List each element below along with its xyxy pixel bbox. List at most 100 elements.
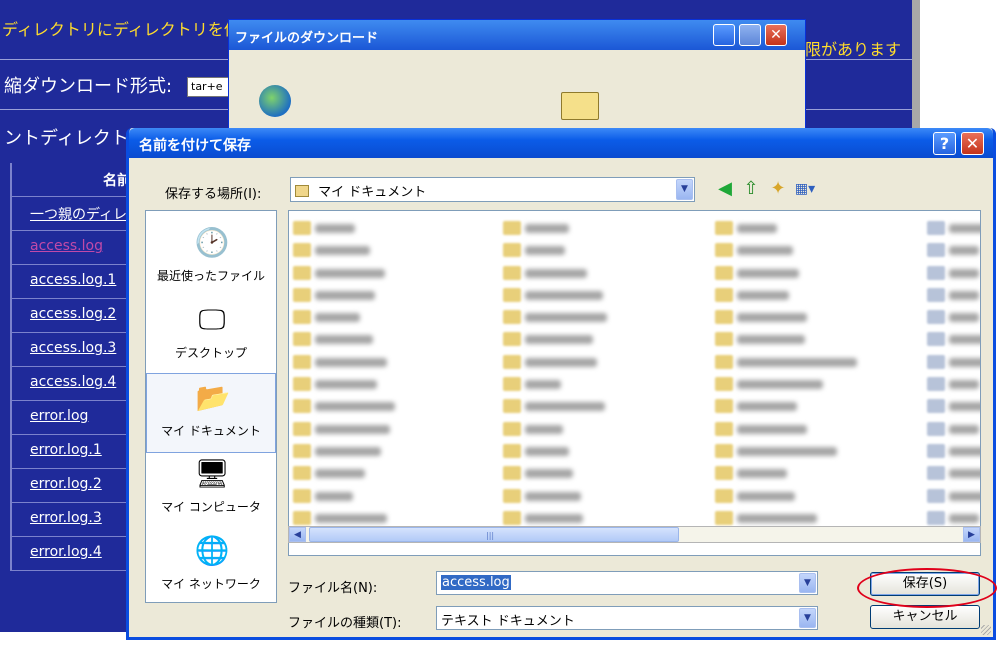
file-link[interactable]: access.log.4 <box>30 374 116 390</box>
list-item[interactable] <box>501 351 711 373</box>
chevron-down-icon[interactable]: ▼ <box>799 608 816 628</box>
folder-icon <box>715 310 733 325</box>
list-item[interactable] <box>925 217 980 239</box>
file-link[interactable]: access.log.2 <box>30 306 116 322</box>
save-in-combo[interactable]: マイ ドキュメント ▼ <box>290 177 695 202</box>
up-folder-icon[interactable]: ⇧ <box>740 178 762 200</box>
list-item[interactable] <box>713 262 923 284</box>
file-link[interactable]: error.log.1 <box>30 442 102 458</box>
place-item[interactable]: 🖵 デスクトップ <box>146 296 276 376</box>
list-item[interactable] <box>501 395 711 417</box>
list-item[interactable] <box>501 262 711 284</box>
list-item[interactable] <box>291 239 501 261</box>
file-list[interactable] <box>288 210 981 556</box>
folder-icon <box>927 265 945 280</box>
blurred-file-name <box>737 290 789 300</box>
blurred-file-name <box>315 357 387 367</box>
close-icon[interactable]: ✕ <box>765 24 787 46</box>
list-item[interactable] <box>501 239 711 261</box>
list-item[interactable] <box>713 284 923 306</box>
list-item[interactable] <box>501 328 711 350</box>
chevron-down-icon[interactable]: ▼ <box>799 573 816 593</box>
list-item[interactable] <box>925 395 980 417</box>
minimize-icon[interactable] <box>713 24 735 46</box>
list-item[interactable] <box>501 462 711 484</box>
list-item[interactable] <box>925 462 980 484</box>
back-icon[interactable]: ◀ <box>714 178 736 200</box>
list-item[interactable] <box>713 217 923 239</box>
list-item[interactable] <box>291 485 501 507</box>
directory-note-text: ディレクトリにディレクトリを作成 <box>2 20 256 39</box>
view-menu-icon[interactable]: ▦▾ <box>794 178 816 200</box>
list-item[interactable] <box>291 306 501 328</box>
list-item[interactable] <box>713 485 923 507</box>
list-item[interactable] <box>291 262 501 284</box>
chevron-down-icon[interactable]: ▼ <box>676 179 693 200</box>
list-item[interactable] <box>291 395 501 417</box>
list-item[interactable] <box>501 284 711 306</box>
list-item[interactable] <box>713 418 923 440</box>
list-item[interactable] <box>501 373 711 395</box>
list-item[interactable] <box>291 351 501 373</box>
list-item[interactable] <box>291 462 501 484</box>
close-x-icon[interactable]: ✕ <box>961 132 984 155</box>
place-item[interactable]: 🖥 マイ コンピュータ <box>146 450 276 530</box>
list-item[interactable] <box>925 373 980 395</box>
place-item[interactable]: 🌐 マイ ネットワーク <box>146 527 276 607</box>
file-name-field[interactable]: access.log ▼ <box>436 571 818 595</box>
list-item[interactable] <box>291 328 501 350</box>
horizontal-scrollbar[interactable]: ◀ ||| ▶ <box>288 526 981 543</box>
list-item[interactable] <box>713 462 923 484</box>
help-question-icon[interactable]: ? <box>933 132 956 155</box>
list-item[interactable] <box>925 306 980 328</box>
file-type-combo[interactable]: テキスト ドキュメント ▼ <box>436 606 818 630</box>
list-item[interactable] <box>501 440 711 462</box>
list-item[interactable] <box>501 418 711 440</box>
maximize-icon[interactable] <box>739 24 761 46</box>
blurred-file-name <box>525 513 583 523</box>
folder-icon <box>503 243 521 258</box>
list-item[interactable] <box>713 351 923 373</box>
list-item[interactable] <box>925 239 980 261</box>
folder-icon <box>715 377 733 392</box>
scroll-thumb[interactable]: ||| <box>309 527 679 542</box>
list-item[interactable] <box>291 373 501 395</box>
file-link[interactable]: error.log.2 <box>30 476 102 492</box>
file-link[interactable]: error.log.4 <box>30 544 102 560</box>
resize-grip-icon[interactable] <box>981 625 991 635</box>
list-item[interactable] <box>925 262 980 284</box>
list-item[interactable] <box>501 217 711 239</box>
list-item[interactable] <box>713 239 923 261</box>
list-item[interactable] <box>713 306 923 328</box>
file-link[interactable]: access.log.3 <box>30 340 116 356</box>
scroll-left-icon[interactable]: ◀ <box>289 527 306 542</box>
list-item[interactable] <box>501 485 711 507</box>
list-item[interactable] <box>713 440 923 462</box>
new-folder-icon[interactable]: ✦ <box>767 178 789 200</box>
file-link[interactable]: access.log.1 <box>30 272 116 288</box>
blurred-file-name <box>315 491 353 501</box>
scroll-right-icon[interactable]: ▶ <box>963 527 980 542</box>
place-item[interactable]: 📂 マイ ドキュメント <box>146 373 276 453</box>
list-item[interactable] <box>713 373 923 395</box>
list-item[interactable] <box>291 284 501 306</box>
place-item[interactable]: 🕑 最近使ったファイル <box>146 219 276 299</box>
blurred-file-name <box>949 380 979 390</box>
list-item[interactable] <box>925 418 980 440</box>
list-item[interactable] <box>925 351 980 373</box>
cancel-button[interactable]: キャンセル <box>870 605 980 629</box>
file-link[interactable]: error.log <box>30 408 88 424</box>
list-item[interactable] <box>925 284 980 306</box>
list-item[interactable] <box>925 485 980 507</box>
list-item[interactable] <box>925 440 980 462</box>
file-link[interactable]: error.log.3 <box>30 510 102 526</box>
list-item[interactable] <box>291 440 501 462</box>
list-item[interactable] <box>291 418 501 440</box>
file-link[interactable]: 一つ親のディレ <box>30 207 127 223</box>
list-item[interactable] <box>291 217 501 239</box>
file-link[interactable]: access.log <box>30 238 103 254</box>
list-item[interactable] <box>713 395 923 417</box>
list-item[interactable] <box>925 328 980 350</box>
list-item[interactable] <box>713 328 923 350</box>
list-item[interactable] <box>501 306 711 328</box>
